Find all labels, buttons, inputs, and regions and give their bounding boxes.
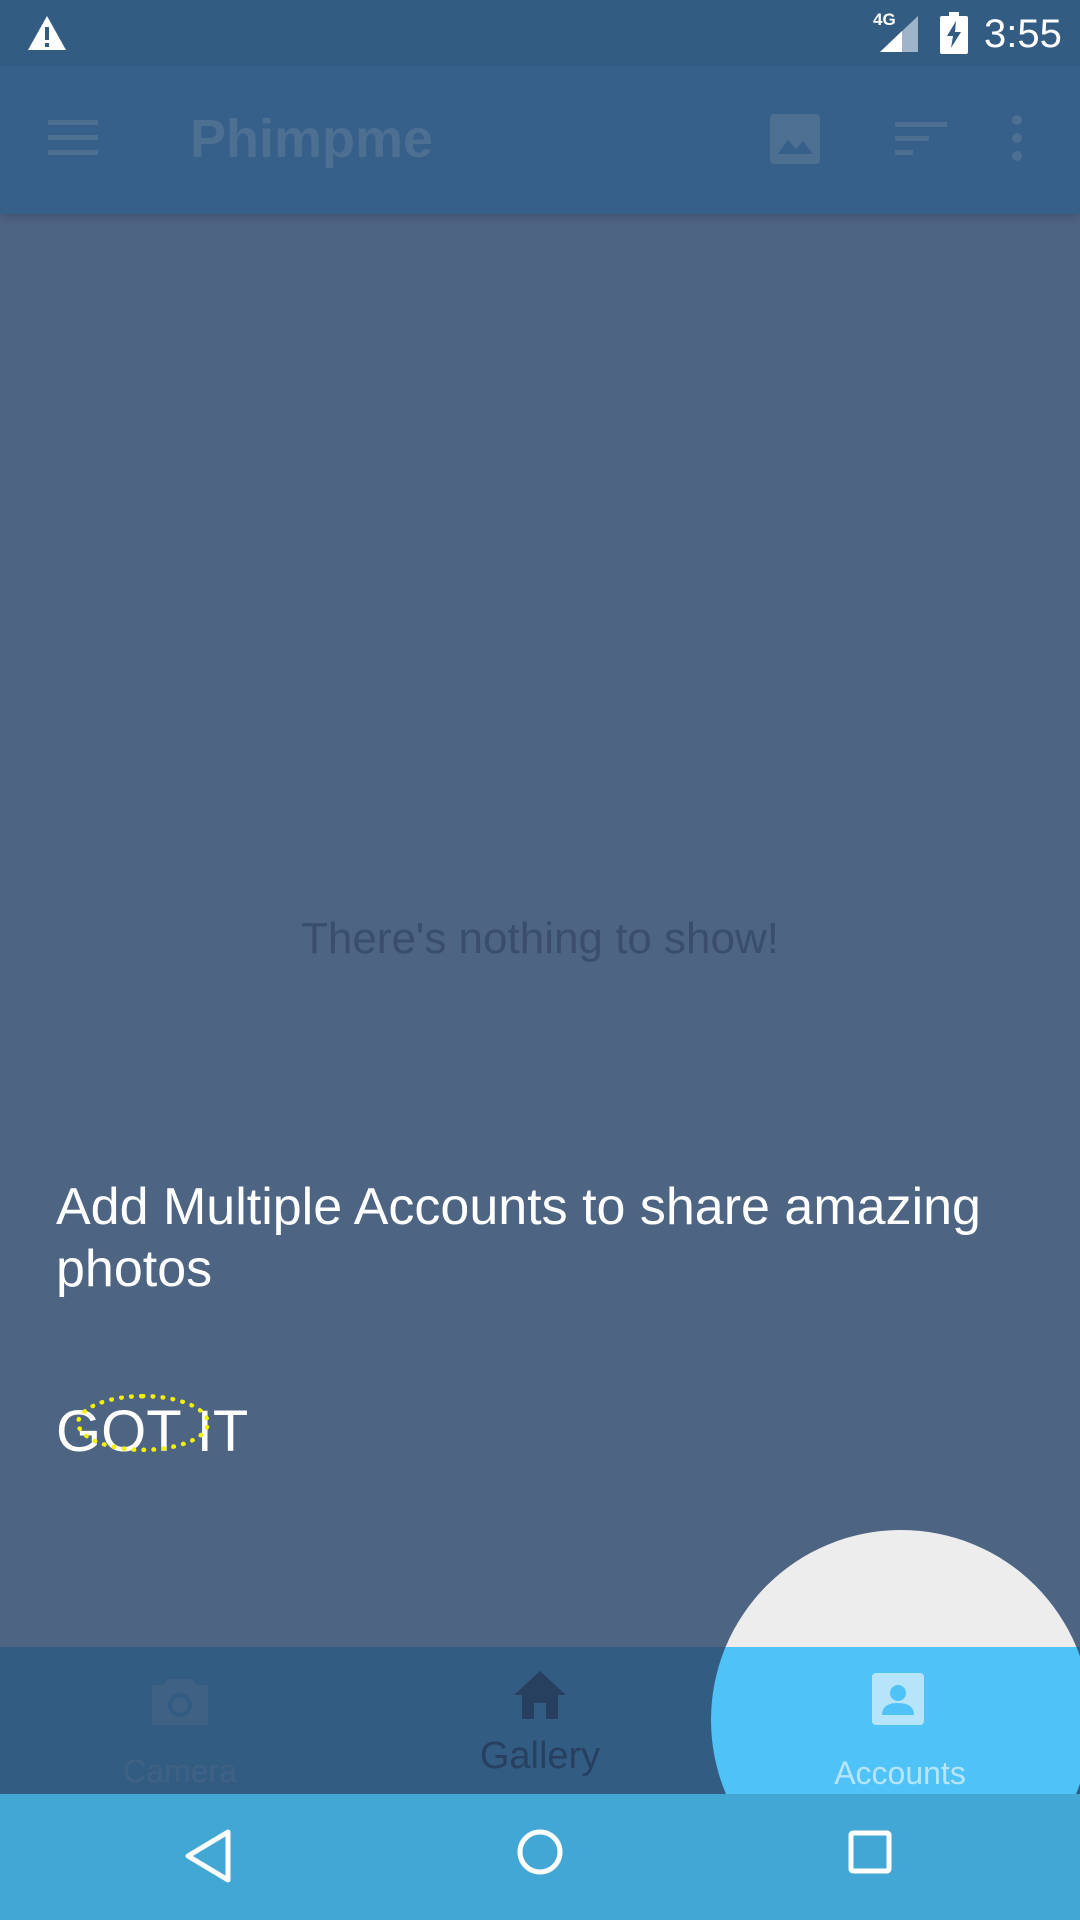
more-vert-icon[interactable] [1008,114,1026,162]
status-bar: 4G 3:55 [0,0,1080,66]
signal-icon [880,16,918,52]
back-icon[interactable] [184,1828,234,1884]
account-box-icon [872,1673,924,1725]
nav-label-camera: Camera [123,1753,237,1789]
empty-state-message: There's nothing to show! [300,914,779,963]
battery-charging-icon [940,12,968,54]
home-circle-icon[interactable] [516,1828,564,1876]
app-title: Phimpme [190,109,434,169]
warning-icon [28,16,66,50]
tutorial-message: Add Multiple Accounts to share amazing p… [56,1178,981,1298]
screen: 4G 3:55 Phimpme There's nothing to show!… [0,0,1080,1920]
clock: 3:55 [984,12,1062,56]
nav-item-gallery[interactable]: Gallery [360,1647,720,1794]
recent-apps-icon[interactable] [848,1830,892,1874]
nav-label-accounts: Accounts [834,1755,966,1791]
camera-icon [152,1679,208,1725]
menu-icon[interactable] [48,118,98,158]
image-icon[interactable] [770,114,820,164]
toolbar: Phimpme [0,66,1080,214]
nav-item-camera[interactable]: Camera [0,1647,360,1794]
nav-item-accounts[interactable]: Accounts [720,1647,1080,1794]
system-navigation-bar [0,1794,1080,1920]
bottom-navigation-items: Camera Gallery Accounts [0,1647,1080,1794]
sort-icon[interactable] [895,120,947,156]
click-marker [76,1394,210,1452]
home-icon [514,1671,566,1719]
nav-label-gallery: Gallery [479,1735,601,1777]
